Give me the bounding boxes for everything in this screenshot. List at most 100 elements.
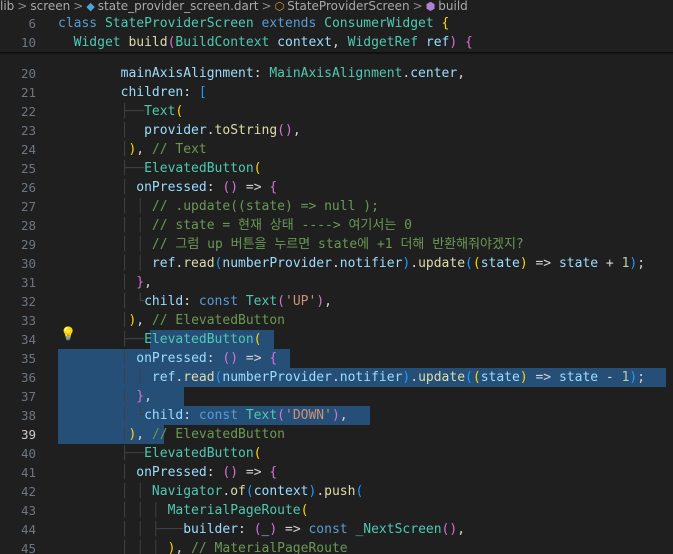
line-number: 30 xyxy=(20,256,36,271)
code-line[interactable]: 40 ├──ElevatedButton( xyxy=(0,444,673,463)
line-number: 35 xyxy=(20,351,36,366)
line-number: 33 xyxy=(20,313,36,328)
breadcrumb-item-screen[interactable]: screen xyxy=(30,0,70,13)
code-text: ├──ElevatedButton( xyxy=(58,161,262,176)
line-number: 38 xyxy=(20,408,36,423)
code-text: │ │ │ ), // MaterialPageRoute xyxy=(58,541,348,554)
code-line[interactable]: 25 ├──ElevatedButton( xyxy=(0,159,673,178)
code-line[interactable]: 30 │ │ ref.read(numberProvider.notifier)… xyxy=(0,254,673,273)
code-line[interactable]: 44 │ │ ├───builder: (_) => const _NextSc… xyxy=(0,520,673,539)
code-text: │ │ │ MaterialPageRoute( xyxy=(58,503,309,518)
code-text: ├──Text( xyxy=(58,104,184,119)
breadcrumb-item-method[interactable]: build xyxy=(438,0,468,13)
code-line[interactable]: 45 │ │ │ ), // MaterialPageRoute xyxy=(0,539,673,554)
code-line[interactable]: 43 │ │ │ MaterialPageRoute( xyxy=(0,501,673,520)
code-text: ├──ElevatedButton( xyxy=(58,446,262,461)
code-line[interactable]: 38 │ └child: const Text('DOWN'), xyxy=(0,406,673,425)
code-line[interactable]: 42 │ │ Navigator.of(context).push( xyxy=(0,482,673,501)
code-line[interactable]: 24 │), // Text xyxy=(0,140,673,159)
chevron-right-icon: > xyxy=(73,0,84,13)
code-text: │ provider.toString(), xyxy=(58,123,301,138)
line-number: 25 xyxy=(20,161,36,176)
code-text: │ │ ref.read(numberProvider.notifier).up… xyxy=(58,256,646,271)
line-number: 42 xyxy=(20,484,36,499)
code-line[interactable]: 36 │ │ ref.read(numberProvider.notifier)… xyxy=(0,368,673,387)
code-line[interactable]: 21 children: [ xyxy=(0,83,673,102)
code-text: │ }, xyxy=(58,389,152,404)
code-line[interactable]: 32 │ └child: const Text('UP'), xyxy=(0,292,673,311)
code-text: │ onPressed: () => { xyxy=(58,351,278,366)
code-text: │ }, xyxy=(58,275,152,290)
code-line[interactable]: 29 │ │ // 그럼 up 버튼을 누르면 state에 +1 더해 반환해… xyxy=(0,235,673,254)
code-text: │ │ // .update((state) => null ); xyxy=(58,199,379,214)
code-line[interactable]: 22 ├──Text( xyxy=(0,102,673,121)
line-number: 44 xyxy=(20,522,36,537)
code-line[interactable]: 31 │ }, xyxy=(0,273,673,292)
code-text: │), // ElevatedButton xyxy=(58,427,285,442)
line-number: 43 xyxy=(20,503,36,518)
code-text: │ │ // 그럼 up 버튼을 누르면 state에 +1 더해 반환해줘야겠… xyxy=(58,237,524,252)
code-text: │), // ElevatedButton xyxy=(58,313,285,328)
code-line[interactable]: 39 │), // ElevatedButton xyxy=(0,425,673,444)
breadcrumb-item-file[interactable]: state_provider_screen.dart xyxy=(98,0,259,13)
line-number: 34 xyxy=(20,332,36,347)
code-text: mainAxisAlignment: MainAxisAlignment.cen… xyxy=(120,66,466,81)
code-text: │ │ ref.read(numberProvider.notifier).up… xyxy=(58,370,646,385)
line-number: 20 xyxy=(20,66,36,81)
code-line[interactable]: 20 mainAxisAlignment: MainAxisAlignment.… xyxy=(0,64,673,83)
code-text: children: [ xyxy=(120,85,207,100)
code-text: class StateProviderScreen extends Consum… xyxy=(58,16,450,31)
line-number: 32 xyxy=(20,294,36,309)
code-editor[interactable]: 20 mainAxisAlignment: MainAxisAlignment.… xyxy=(0,14,673,554)
code-text: │), // Text xyxy=(58,142,207,157)
code-line[interactable]: 41 │ onPressed: () => { xyxy=(0,463,673,482)
chevron-right-icon: > xyxy=(261,0,272,13)
line-number: 29 xyxy=(20,237,36,252)
code-text: │ onPressed: () => { xyxy=(58,180,278,195)
line-number: 10 xyxy=(20,35,36,50)
breadcrumb-item-lib[interactable]: lib xyxy=(0,0,14,13)
sticky-code-line[interactable]: 6 class StateProviderScreen extends Consu… xyxy=(0,14,673,33)
line-number: 40 xyxy=(20,446,36,461)
code-text: │ onPressed: () => { xyxy=(58,465,278,480)
code-text: │ └child: const Text('UP'), xyxy=(58,294,332,309)
code-text: │ │ ├───builder: (_) => const _NextScree… xyxy=(58,522,466,537)
dart-file-icon: ◆ xyxy=(86,0,95,13)
code-line[interactable]: 28 │ │ // state = 현재 상태 ----> 여기서는 0 xyxy=(0,216,673,235)
line-number: 37 xyxy=(20,389,36,404)
line-number: 22 xyxy=(20,104,36,119)
code-text: │ └child: const Text('DOWN'), xyxy=(58,408,348,423)
code-line[interactable]: 34 ├──ElevatedButton( xyxy=(0,330,673,349)
line-number: 39 xyxy=(20,427,36,442)
sticky-code-line[interactable]: 10 Widget build(BuildContext context, Wi… xyxy=(0,33,673,52)
code-line[interactable]: 27 │ │ // .update((state) => null ); xyxy=(0,197,673,216)
lightbulb-icon[interactable]: 💡 xyxy=(60,327,76,342)
line-number: 26 xyxy=(20,180,36,195)
line-number: 45 xyxy=(20,541,36,554)
code-text: Widget build(BuildContext context, Widge… xyxy=(58,35,473,50)
line-number: 6 xyxy=(28,16,36,31)
chevron-right-icon: > xyxy=(17,0,28,13)
code-line[interactable]: 33 │), // ElevatedButton xyxy=(0,311,673,330)
line-number: 36 xyxy=(20,370,36,385)
line-number: 41 xyxy=(20,465,36,480)
code-text: │ │ Navigator.of(context).push( xyxy=(58,484,364,499)
line-number: 31 xyxy=(20,275,36,290)
sticky-scroll-shadow xyxy=(0,52,673,55)
breadcrumb: lib > screen > ◆ state_provider_screen.dart > ⬡… xyxy=(0,0,673,14)
line-number: 27 xyxy=(20,199,36,214)
line-number: 28 xyxy=(20,218,36,233)
code-text: ├──ElevatedButton( xyxy=(58,332,262,347)
line-number: 24 xyxy=(20,142,36,157)
line-number: 21 xyxy=(20,85,36,100)
class-symbol-icon: ⬡ xyxy=(274,0,285,13)
code-text: │ │ // state = 현재 상태 ----> 여기서는 0 xyxy=(58,218,412,233)
code-line[interactable]: 37 │ }, xyxy=(0,387,673,406)
breadcrumb-item-class[interactable]: StateProviderScreen xyxy=(287,0,409,13)
line-number: 23 xyxy=(20,123,36,138)
chevron-right-icon: > xyxy=(412,0,423,13)
code-line[interactable]: 26 │ onPressed: () => { xyxy=(0,178,673,197)
code-line[interactable]: 35 │ onPressed: () => { xyxy=(0,349,673,368)
method-symbol-icon: ⬢ xyxy=(425,0,436,13)
code-line[interactable]: 23 │ provider.toString(), xyxy=(0,121,673,140)
